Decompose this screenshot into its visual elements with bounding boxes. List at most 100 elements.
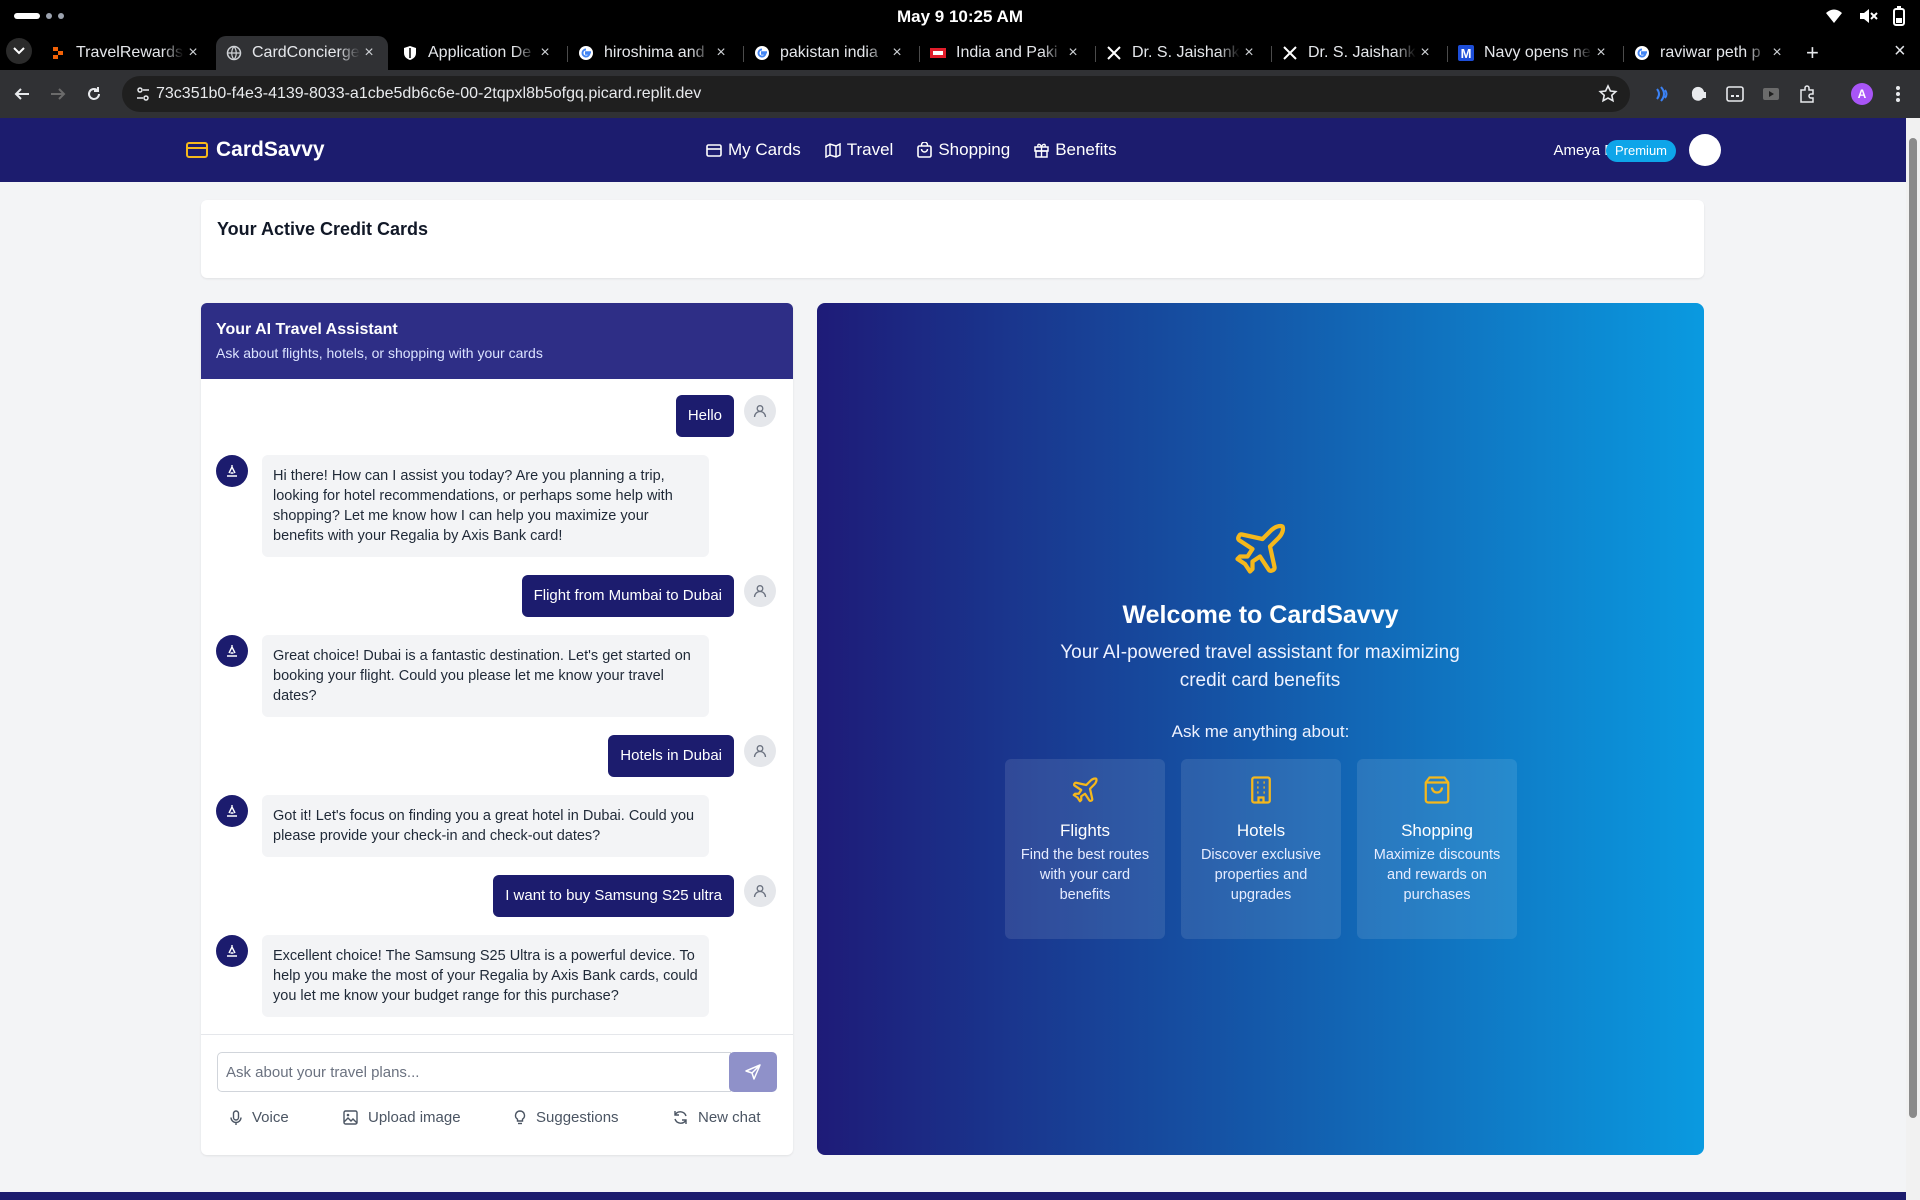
brand-logo[interactable]: CardSavvy bbox=[186, 138, 325, 162]
forward-button[interactable] bbox=[46, 82, 70, 106]
browser-tab[interactable]: Dr. S. Jaishank × bbox=[1272, 36, 1444, 70]
bot-message: Great choice! Dubai is a fantastic desti… bbox=[262, 635, 709, 717]
wifi-icon bbox=[1826, 9, 1842, 23]
welcome-title: Welcome to CardSavvy bbox=[1122, 601, 1399, 629]
premium-badge: Premium bbox=[1606, 140, 1677, 162]
feature-card-flights[interactable]: Flights Find the best routes with your c… bbox=[1005, 759, 1165, 939]
address-bar[interactable]: 73c351b0-f4e3-4139-8033-a1cbe5db6c6e-00-… bbox=[122, 76, 1630, 112]
nav-travel[interactable]: Travel bbox=[824, 140, 893, 160]
tool-label: Suggestions bbox=[536, 1109, 619, 1126]
tool-label: Upload image bbox=[368, 1109, 461, 1126]
main-nav: My Cards Travel Shopping Benefits bbox=[706, 140, 1117, 160]
plane-icon bbox=[1235, 523, 1286, 574]
browser-menu-icon[interactable] bbox=[1887, 83, 1909, 105]
tab-title: TravelRewards bbox=[76, 44, 183, 61]
bot-message: Got it! Let's focus on finding you a gre… bbox=[262, 795, 709, 857]
lightbulb-icon bbox=[514, 1109, 526, 1124]
chevron-down-icon bbox=[13, 47, 25, 55]
bot-message: Excellent choice! The Samsung S25 Ultra … bbox=[262, 935, 709, 1017]
browser-tab[interactable]: Dr. S. Jaishank × bbox=[1096, 36, 1268, 70]
tab-title: CardConcierge bbox=[252, 44, 360, 61]
welcome-prompt: Ask me anything about: bbox=[1171, 722, 1350, 741]
tab-close-icon[interactable]: × bbox=[1240, 44, 1258, 62]
battery-icon bbox=[1893, 6, 1905, 26]
extension-icon[interactable] bbox=[1652, 83, 1674, 105]
extension-icon[interactable] bbox=[1688, 83, 1710, 105]
window-close-button[interactable]: × bbox=[1894, 40, 1906, 63]
chat-title: Your AI Travel Assistant bbox=[216, 321, 398, 338]
voice-button[interactable]: Voice bbox=[230, 1109, 289, 1126]
m-icon: M bbox=[1458, 45, 1474, 61]
profile-avatar[interactable]: A bbox=[1851, 83, 1873, 105]
page-scrollbar[interactable] bbox=[1906, 118, 1920, 1200]
send-button[interactable] bbox=[729, 1052, 777, 1092]
tab-title: Navy opens ne bbox=[1484, 44, 1591, 61]
bot-message: Hi there! How can I assist you today? Ar… bbox=[262, 455, 709, 557]
url-text: 73c351b0-f4e3-4139-8033-a1cbe5db6c6e-00-… bbox=[156, 85, 702, 102]
credit-card-icon bbox=[706, 143, 722, 157]
bot-avatar-icon bbox=[216, 795, 248, 827]
tab-close-icon[interactable]: × bbox=[888, 44, 906, 62]
brand-name: CardSavvy bbox=[216, 138, 325, 161]
site-info-icon bbox=[137, 87, 149, 101]
upload-image-button[interactable]: Upload image bbox=[343, 1109, 461, 1126]
user-message: Flight from Mumbai to Dubai bbox=[521, 575, 734, 617]
news-icon bbox=[930, 45, 946, 61]
feature-card-shopping[interactable]: Shopping Maximize discounts and rewards … bbox=[1357, 759, 1517, 939]
feature-title: Hotels bbox=[1236, 821, 1286, 840]
shopping-bag-icon bbox=[917, 142, 933, 158]
x-icon bbox=[1282, 45, 1298, 61]
microphone-icon bbox=[230, 1109, 242, 1125]
back-button[interactable] bbox=[10, 82, 34, 106]
tab-close-icon[interactable]: × bbox=[1064, 44, 1082, 62]
reload-button[interactable] bbox=[82, 82, 106, 106]
nav-benefits[interactable]: Benefits bbox=[1034, 140, 1117, 160]
replit-icon bbox=[50, 45, 66, 61]
browser-tab[interactable]: India and Paki × bbox=[920, 36, 1092, 70]
tab-close-icon[interactable]: × bbox=[536, 44, 554, 62]
extensions-puzzle-icon[interactable] bbox=[1796, 83, 1818, 105]
scrollbar-thumb[interactable] bbox=[1909, 138, 1917, 1118]
browser-tab[interactable]: pakistan india × bbox=[744, 36, 916, 70]
extension-icon[interactable] bbox=[1760, 83, 1782, 105]
browser-tab-active[interactable]: CardConcierge × bbox=[216, 36, 388, 70]
browser-tab[interactable]: hiroshima and × bbox=[568, 36, 740, 70]
user-avatar[interactable] bbox=[1689, 134, 1721, 166]
new-chat-button[interactable]: New chat bbox=[673, 1109, 761, 1126]
new-tab-button[interactable]: + bbox=[1806, 40, 1819, 66]
reload-icon bbox=[88, 87, 100, 100]
chat-panel: Your AI Travel Assistant Ask about fligh… bbox=[201, 303, 793, 1155]
tab-close-icon[interactable]: × bbox=[1592, 44, 1610, 62]
chat-header: Your AI Travel Assistant Ask about fligh… bbox=[201, 303, 793, 379]
tab-title: India and Paki bbox=[956, 44, 1058, 61]
active-cards-panel: Your Active Credit Cards bbox=[201, 200, 1704, 278]
tab-close-icon[interactable]: × bbox=[1416, 44, 1434, 62]
extension-icon[interactable] bbox=[1724, 83, 1746, 105]
browser-tab[interactable]: raviwar peth p × bbox=[1624, 36, 1796, 70]
nav-shopping[interactable]: Shopping bbox=[917, 140, 1010, 160]
user-message: Hello bbox=[675, 395, 734, 437]
browser-tab[interactable]: Application De × bbox=[392, 36, 564, 70]
os-status-bar: May 9 10:25 AM bbox=[0, 0, 1920, 32]
user-icon bbox=[744, 575, 776, 607]
feature-card-hotels[interactable]: Hotels Discover exclusive properties and… bbox=[1181, 759, 1341, 939]
welcome-subtitle: Your AI-powered travel assistant for max… bbox=[1060, 642, 1460, 691]
nav-label: My Cards bbox=[728, 140, 801, 159]
bookmark-star-icon[interactable] bbox=[1598, 84, 1618, 104]
chat-input[interactable] bbox=[217, 1052, 731, 1092]
tab-close-icon[interactable]: × bbox=[1768, 44, 1786, 62]
tab-close-icon[interactable]: × bbox=[360, 44, 378, 62]
nav-my-cards[interactable]: My Cards bbox=[706, 140, 801, 160]
tab-close-icon[interactable]: × bbox=[712, 44, 730, 62]
browser-tab[interactable]: TravelRewards × bbox=[40, 36, 212, 70]
suggestions-button[interactable]: Suggestions bbox=[514, 1109, 619, 1126]
tab-search-button[interactable] bbox=[6, 38, 32, 64]
feature-description: Discover exclusive properties and upgrad… bbox=[1200, 847, 1322, 903]
tool-label: Voice bbox=[252, 1109, 289, 1126]
feature-description: Find the best routes with your card bene… bbox=[1020, 847, 1150, 903]
shield-icon bbox=[402, 45, 418, 61]
tab-title: Dr. S. Jaishank bbox=[1132, 44, 1240, 61]
footer-strip bbox=[0, 1192, 1906, 1200]
tab-close-icon[interactable]: × bbox=[184, 44, 202, 62]
browser-tab[interactable]: M Navy opens ne × bbox=[1448, 36, 1620, 70]
